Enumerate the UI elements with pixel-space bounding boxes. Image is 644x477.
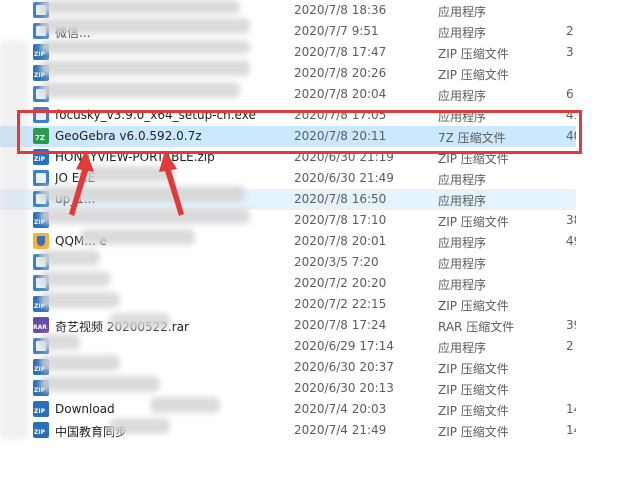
file-date: 2020/7/8 20:04: [294, 87, 387, 101]
file-size: 3: [566, 45, 574, 59]
file-name: HONEYVIEW-PORTABLE.zip: [55, 150, 215, 164]
file-type: 应用程序: [438, 278, 487, 292]
blurred-name: [40, 208, 250, 224]
blurred-name: [40, 271, 110, 287]
blurred-name: [40, 292, 120, 308]
file-date: 2020/7/8 17:05: [294, 108, 387, 122]
file-date: 2020/7/8 17:10: [294, 213, 387, 227]
zip-icon: [33, 422, 49, 438]
file-row[interactable]: 中国教育同步2020/7/4 21:49ZIP 压缩文件14: [0, 420, 581, 441]
file-date: 2020/7/8 20:01: [294, 234, 387, 248]
file-row[interactable]: 奇艺视频 20200522.rar2020/7/8 17:24RAR 压缩文件3…: [0, 315, 581, 336]
blurred-name: [40, 0, 240, 14]
file-type: ZIP 压缩文件: [438, 383, 509, 397]
file-row[interactable]: 2020/6/29 17:14 应用程序 2: [0, 336, 576, 357]
file-row[interactable]: focusky_v3.9.0_x64_setup-cn.exe 2020/7/8 …: [0, 105, 581, 126]
file-type: 应用程序: [438, 26, 487, 40]
file-name: GeoGebra v6.0.592.0.7z: [55, 129, 202, 143]
file-type: 应用程序: [438, 173, 487, 187]
file-row[interactable]: Download2020/7/4 20:03ZIP 压缩文件14: [0, 399, 581, 420]
file-size: 2: [566, 339, 574, 353]
file-size: 2: [566, 24, 574, 38]
zip-icon: [33, 401, 49, 417]
file-type: ZIP 压缩文件: [438, 299, 509, 313]
blurred-name: [110, 313, 170, 329]
file-size: 6: [566, 87, 574, 101]
file-date: 2020/7/4 21:49: [294, 423, 387, 437]
right-margin: [576, 0, 644, 477]
file-date: 2020/6/30 21:49: [294, 171, 394, 185]
file-row[interactable]: HONEYVIEW-PORTABLE.zip 2020/6/30 21:19 ZIP…: [0, 147, 576, 168]
file-date: 2020/7/2 22:15: [294, 297, 387, 311]
rar-icon: [33, 317, 49, 333]
file-date: 2020/3/5 7:20: [294, 255, 379, 269]
blurred-name: [40, 40, 250, 54]
file-type: 应用程序: [438, 257, 487, 271]
file-type: 应用程序: [438, 194, 487, 208]
file-date: 2020/6/30 20:37: [294, 360, 394, 374]
blurred-name: [40, 376, 160, 392]
file-name: focusky_v3.9.0_x64_setup-cn.exe: [55, 108, 256, 122]
file-type: ZIP 压缩文件: [438, 47, 509, 61]
blurred-name: [40, 60, 250, 76]
blurred-name: [40, 82, 240, 98]
file-type: 应用程序: [438, 89, 487, 103]
blurred-name: [40, 18, 250, 34]
exe-icon: [33, 170, 49, 186]
blurred-name: [80, 166, 175, 182]
file-type: 应用程序: [438, 341, 487, 355]
file-date: 2020/7/8 16:50: [294, 192, 387, 206]
file-date: 2020/6/30 20:13: [294, 381, 394, 395]
shield-icon: [33, 233, 49, 249]
file-type: ZIP 压缩文件: [438, 152, 509, 166]
exe-icon: [33, 107, 49, 123]
file-date: 2020/7/7 9:51: [294, 24, 379, 38]
file-date: 2020/7/8 18:36: [294, 3, 387, 17]
file-row[interactable]: GeoGebra v6.0.592.0.7z 2020/7/8 20:11 7Z 压…: [0, 126, 581, 147]
blurred-name: [40, 186, 245, 202]
file-type: 应用程序: [438, 5, 487, 19]
file-type: 7Z 压缩文件: [438, 131, 506, 145]
blurred-name: [40, 250, 100, 266]
7z-icon: [33, 128, 49, 144]
blurred-name: [80, 229, 195, 245]
file-date: 2020/7/2 20:20: [294, 276, 387, 290]
file-type: ZIP 压缩文件: [438, 425, 509, 439]
file-date: 2020/7/8 17:47: [294, 45, 387, 59]
blurred-name: [40, 334, 80, 350]
file-date: 2020/6/29 17:14: [294, 339, 394, 353]
blurred-name: [150, 397, 220, 413]
blurred-name: [110, 418, 170, 434]
file-date: 2020/7/8 20:11: [294, 129, 387, 143]
file-type: RAR 压缩文件: [438, 320, 515, 334]
file-type: ZIP 压缩文件: [438, 404, 509, 418]
file-date: 2020/7/8 17:24: [294, 318, 387, 332]
zip-icon: [33, 149, 49, 165]
file-date: 2020/7/8 20:26: [294, 66, 387, 80]
file-type: ZIP 压缩文件: [438, 362, 509, 376]
blurred-left-edge: [0, 40, 28, 440]
blurred-name: [40, 355, 120, 371]
file-date: 2020/6/30 21:19: [294, 150, 394, 164]
file-type: ZIP 压缩文件: [438, 68, 509, 82]
file-type: 应用程序: [438, 110, 487, 124]
file-date: 2020/7/4 20:03: [294, 402, 387, 416]
file-type: ZIP 压缩文件: [438, 215, 509, 229]
file-type: 应用程序: [438, 236, 487, 250]
